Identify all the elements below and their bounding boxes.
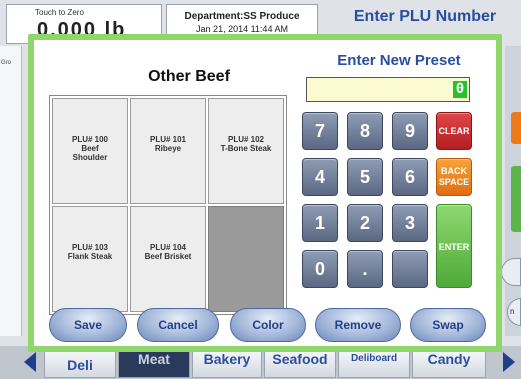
scroll-right-arrow-icon[interactable] [503, 352, 515, 372]
tab-deli[interactable]: Deli [44, 348, 116, 378]
key-6[interactable]: 6 [392, 158, 428, 196]
key-5[interactable]: 5 [347, 158, 383, 196]
key-1[interactable]: 1 [302, 204, 338, 242]
backspace-button[interactable]: BACK SPACE [436, 158, 472, 196]
cell-name: Ribeye [154, 144, 182, 153]
department-label: Department:SS Produce [184, 11, 300, 22]
preset-cell-beef-shoulder[interactable]: PLU# 100 Beef Shoulder [52, 98, 128, 204]
backspace-label-1: BACK [441, 166, 467, 176]
tab-deliboard[interactable]: Deliboard [338, 348, 410, 378]
right-orange-tab[interactable] [511, 112, 521, 144]
key-8[interactable]: 8 [347, 112, 383, 150]
left-panel-strip: Gro [0, 46, 22, 336]
preset-grid: PLU# 100 Beef Shoulder PLU# 101 Ribeye P… [49, 95, 287, 315]
preset-editor-dialog: Other Beef Enter New Preset 0 PLU# 100 B… [28, 34, 502, 352]
cell-plu: PLU# 103 [71, 243, 109, 252]
tab-seafood[interactable]: Seafood [264, 348, 336, 378]
right-round-button[interactable] [501, 258, 521, 286]
numeric-keypad: 7 8 9 CLEAR 4 5 6 BACK SPACE 1 2 3 ENTER… [302, 112, 478, 292]
preset-cell-ribeye[interactable]: PLU# 101 Ribeye [130, 98, 206, 204]
pos-screen: Touch to Zero 0.000 lb Department:SS Pro… [0, 0, 521, 379]
cell-plu: PLU# 101 [149, 135, 187, 144]
date-time-label: Jan 21, 2014 11:44 AM [196, 24, 288, 34]
preset-cell-flank-steak[interactable]: PLU# 103 Flank Steak [52, 206, 128, 312]
cell-plu: PLU# 104 [149, 243, 187, 252]
dialog-action-bar: Save Cancel Color Remove Swap [49, 308, 489, 342]
cell-plu: PLU# 100 [71, 135, 109, 144]
cell-plu: PLU# 102 [227, 135, 265, 144]
cancel-button[interactable]: Cancel [137, 308, 219, 342]
enter-button[interactable]: ENTER [436, 204, 472, 288]
swap-button[interactable]: Swap [410, 308, 486, 342]
key-4[interactable]: 4 [302, 158, 338, 196]
cell-name: Flank Steak [67, 252, 113, 261]
tab-candy[interactable]: Candy [412, 348, 486, 378]
remove-button[interactable]: Remove [315, 308, 401, 342]
clear-button[interactable]: CLEAR [436, 112, 472, 150]
left-strip-label: Gro [1, 60, 12, 66]
tab-bakery[interactable]: Bakery [192, 348, 262, 378]
color-button[interactable]: Color [230, 308, 306, 342]
cell-name-2: Shoulder [72, 153, 108, 162]
key-7[interactable]: 7 [302, 112, 338, 150]
cell-name: Beef [81, 144, 99, 153]
preset-input[interactable]: 0 [306, 77, 470, 102]
key-3[interactable]: 3 [392, 204, 428, 242]
touch-to-zero-label: Touch to Zero [35, 8, 84, 17]
cell-name: T-Bone Steak [220, 144, 272, 153]
key-decimal[interactable]: . [347, 250, 383, 288]
save-button[interactable]: Save [49, 308, 127, 342]
cell-name: Beef Brisket [144, 252, 192, 261]
key-9[interactable]: 9 [392, 112, 428, 150]
scroll-left-arrow-icon[interactable] [24, 352, 36, 372]
preset-cell-beef-brisket[interactable]: PLU# 104 Beef Brisket [130, 206, 206, 312]
key-blank[interactable] [392, 250, 428, 288]
preset-cell-empty[interactable] [208, 206, 284, 312]
preset-title: Enter New Preset [337, 52, 461, 69]
enter-plu-title: Enter PLU Number [353, 8, 497, 25]
preset-cell-t-bone-steak[interactable]: PLU# 102 T-Bone Steak [208, 98, 284, 204]
preset-value: 0 [453, 81, 467, 98]
key-2[interactable]: 2 [347, 204, 383, 242]
right-green-tab[interactable] [511, 166, 521, 232]
tab-meat[interactable]: Meat [118, 348, 190, 378]
backspace-label-2: SPACE [438, 177, 470, 187]
key-0[interactable]: 0 [302, 250, 338, 288]
dialog-title: Other Beef [148, 68, 230, 85]
